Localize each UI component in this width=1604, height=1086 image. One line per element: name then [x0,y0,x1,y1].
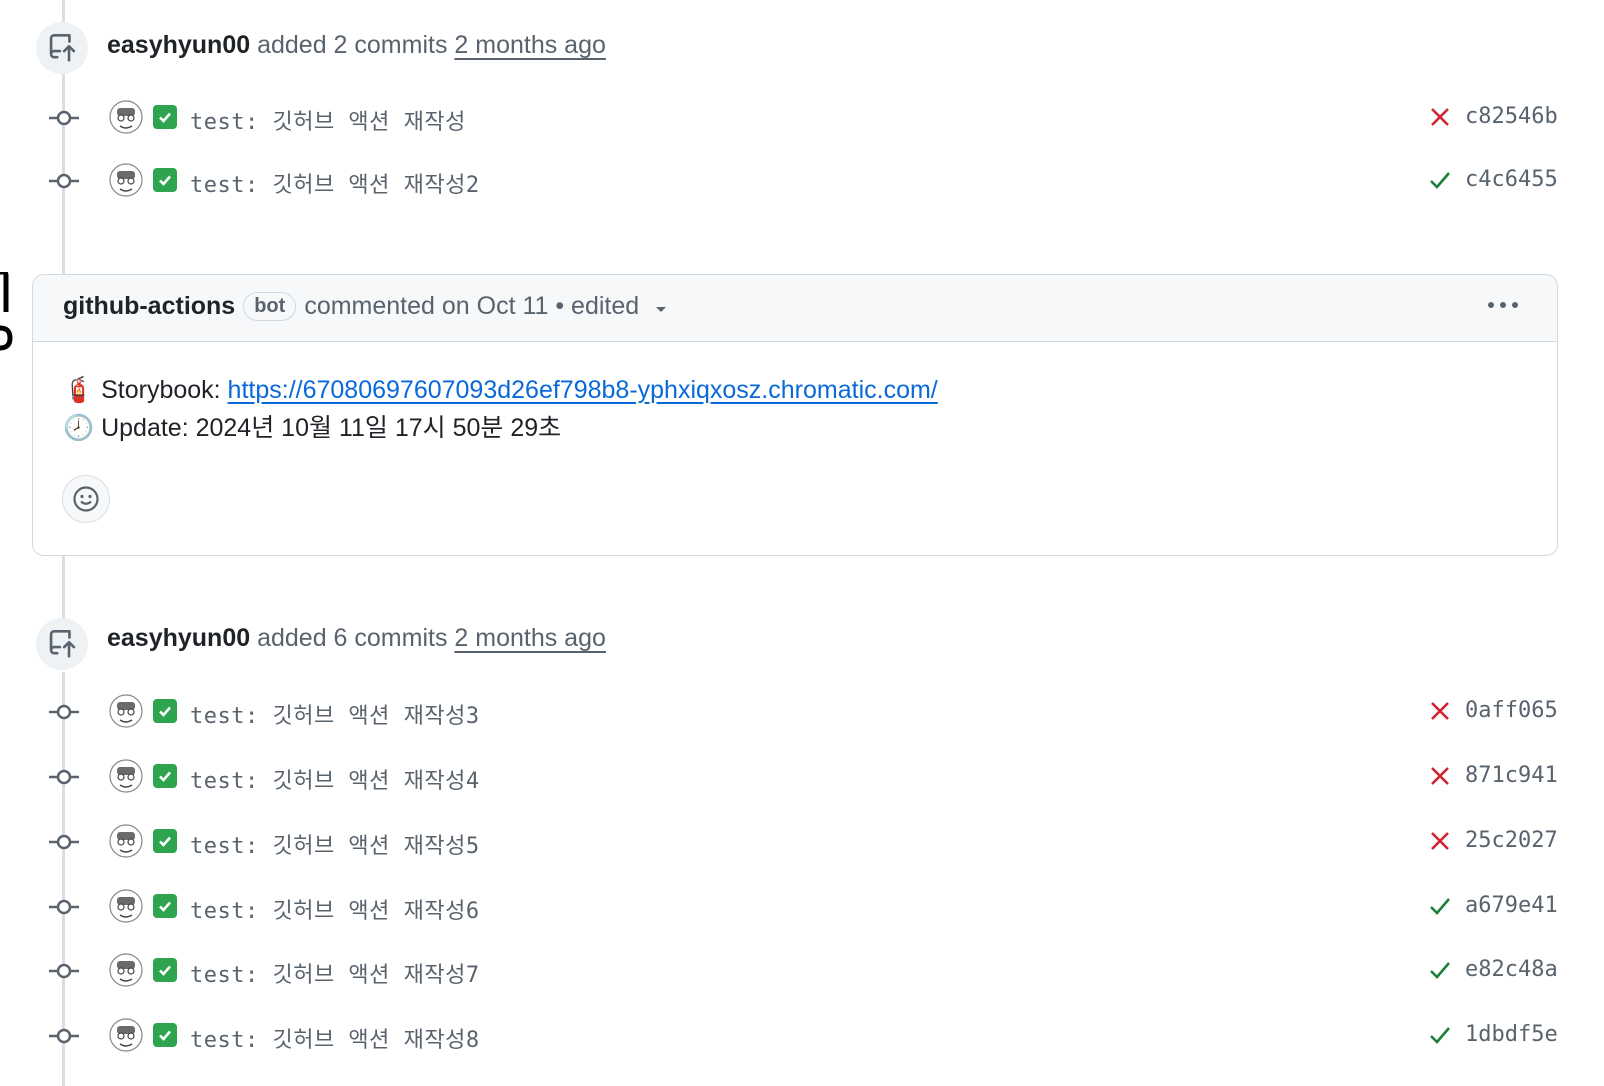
update-text: Update: 2024년 10월 11일 17시 50분 29초 [101,414,562,442]
storybook-label: Storybook: [101,376,228,404]
commit-sha-link[interactable]: a679e41 [1465,893,1558,918]
commit-message-link[interactable]: test: 깃허브 액션 재작성 [190,104,466,136]
timeline-line [62,0,65,22]
commit-row: test: 깃허브 액션 재작성6 a679e41 [0,887,1604,927]
git-commit-icon [49,834,79,850]
commit-row: test: 깃허브 액션 재작성5 25c2027 [0,822,1604,862]
git-commit-icon [49,899,79,915]
check-icon[interactable] [1427,957,1453,983]
commit-sha-link[interactable]: c82546b [1465,104,1558,129]
commit-row: test: 깃허브 액션 재작성2 c4c6455 [0,161,1604,201]
check-mark-emoji-icon [153,699,177,723]
commit-row: test: 깃허브 액션 재작성4 871c941 [0,757,1604,797]
commit-sha-link[interactable]: c4c6455 [1465,167,1558,192]
commit-row: test: 깃허브 액션 재작성3 0aff065 [0,692,1604,732]
relative-time-link[interactable]: 2 months ago [454,31,606,59]
comment-header: github-actions bot commented on Oct 11 •… [33,275,1557,342]
commit-row: test: 깃허브 액션 재작성8 1dbdf5e [0,1016,1604,1056]
check-icon[interactable] [1427,167,1453,193]
commit-sha-link[interactable]: 871c941 [1465,763,1558,788]
commit-sha-link[interactable]: 1dbdf5e [1465,1022,1558,1047]
comment-meta[interactable]: commented on Oct 11 • edited [304,292,639,321]
check-mark-emoji-icon [153,894,177,918]
avatar[interactable] [109,100,143,134]
comment-body: 🧯 Storybook: https://67080697607093d26ef… [63,371,938,447]
x-icon[interactable] [1427,828,1453,854]
repo-push-icon [36,618,88,670]
git-commit-icon [49,769,79,785]
git-commit-icon [49,704,79,720]
event-action: added 2 commits [250,31,455,59]
avatar[interactable] [109,163,143,197]
commit-sha-link[interactable]: 25c2027 [1465,828,1558,853]
event-summary: easyhyun00 added 2 commits 2 months ago [107,31,606,60]
commit-message-link[interactable]: test: 깃허브 액션 재작성4 [190,763,480,795]
avatar[interactable] [109,889,143,923]
comment-box: github-actions bot commented on Oct 11 •… [32,274,1558,556]
x-icon[interactable] [1427,104,1453,130]
add-reaction-button[interactable] [62,475,110,523]
avatar[interactable] [109,1018,143,1052]
storybook-line: 🧯 Storybook: https://67080697607093d26ef… [63,371,938,409]
check-icon[interactable] [1427,893,1453,919]
check-mark-emoji-icon [153,1023,177,1047]
commit-message-link[interactable]: test: 깃허브 액션 재작성6 [190,893,480,925]
commit-message-link[interactable]: test: 깃허브 액션 재작성8 [190,1022,480,1054]
relative-time-link[interactable]: 2 months ago [454,624,606,652]
commit-sha-link[interactable]: 0aff065 [1465,698,1558,723]
timeline-line [62,556,65,620]
commit-sha-link[interactable]: e82c48a [1465,957,1558,982]
avatar[interactable] [109,824,143,858]
bot-badge: bot [243,292,297,321]
kebab-horizontal-icon[interactable] [1483,293,1523,317]
side-edge-icon [0,272,13,351]
event-action: added 6 commits [250,624,455,652]
check-mark-emoji-icon [153,829,177,853]
commit-row: test: 깃허브 액션 재작성 c82546b [0,98,1604,138]
x-icon[interactable] [1427,763,1453,789]
check-mark-emoji-icon [153,764,177,788]
git-commit-icon [49,1028,79,1044]
avatar[interactable] [109,759,143,793]
caret-down-icon[interactable] [653,303,669,315]
git-commit-icon [49,173,79,189]
commit-message-link[interactable]: test: 깃허브 액션 재작성2 [190,167,480,199]
update-line: 🕗 Update: 2024년 10월 11일 17시 50분 29초 [63,409,938,447]
fire-extinguisher-emoji-icon: 🧯 [63,376,95,404]
check-mark-emoji-icon [153,105,177,129]
author-link[interactable]: easyhyun00 [107,624,250,652]
commit-row: test: 깃허브 액션 재작성7 e82c48a [0,951,1604,991]
storybook-link[interactable]: https://67080697607093d26ef798b8-yphxiqx… [228,376,938,404]
commit-message-link[interactable]: test: 깃허브 액션 재작성3 [190,698,480,730]
smiley-icon [73,486,99,512]
repo-push-icon [36,22,88,74]
avatar[interactable] [109,694,143,728]
author-link[interactable]: easyhyun00 [107,31,250,59]
commit-message-link[interactable]: test: 깃허브 액션 재작성5 [190,828,480,860]
git-commit-icon [49,963,79,979]
commit-message-link[interactable]: test: 깃허브 액션 재작성7 [190,957,480,989]
avatar[interactable] [109,953,143,987]
check-mark-emoji-icon [153,168,177,192]
comment-author-link[interactable]: github-actions [63,292,235,321]
check-mark-emoji-icon [153,958,177,982]
check-icon[interactable] [1427,1022,1453,1048]
event-summary: easyhyun00 added 6 commits 2 months ago [107,624,606,653]
clock-emoji-icon: 🕗 [63,414,95,442]
x-icon[interactable] [1427,698,1453,724]
git-commit-icon [49,110,79,126]
